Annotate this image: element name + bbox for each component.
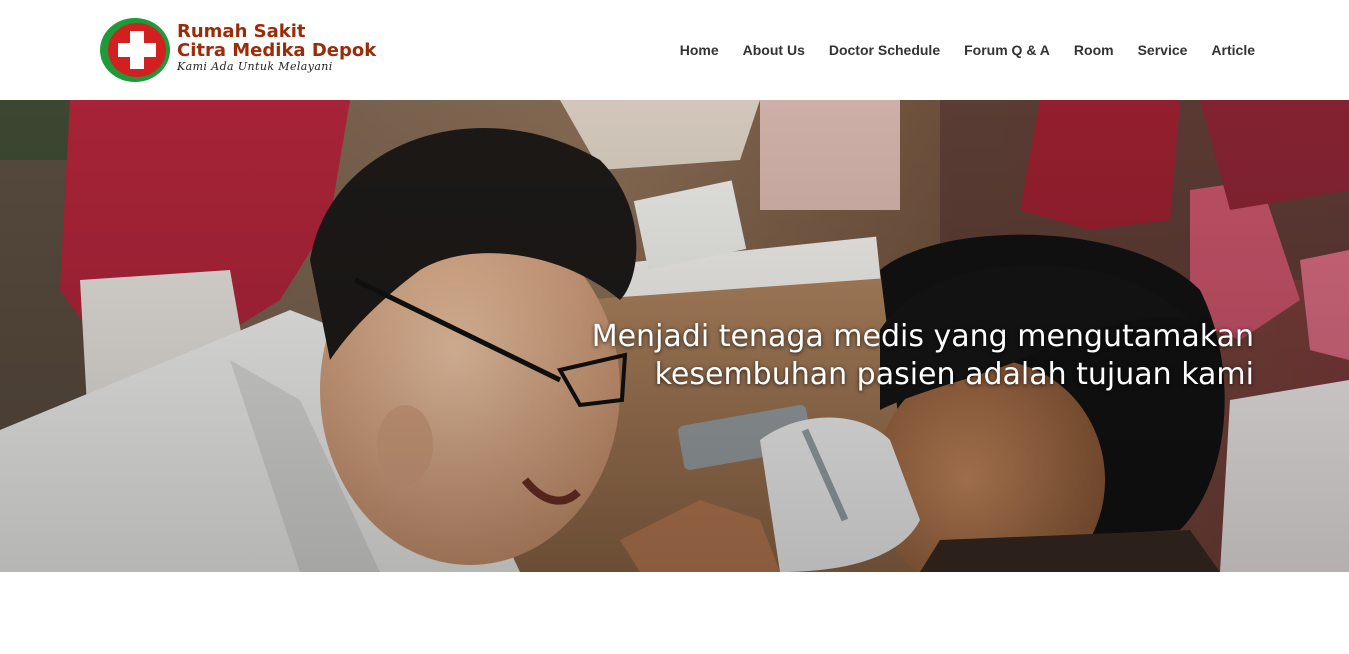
logo-text: Rumah Sakit Citra Medika Depok Kami Ada … <box>177 22 397 74</box>
main-nav: Home About Us Doctor Schedule Forum Q & … <box>656 40 1255 60</box>
hospital-cross-icon <box>100 18 170 82</box>
hero-caption: Menjadi tenaga medis yang mengutamakan k… <box>534 318 1254 394</box>
hero-caption-line2: kesembuhan pasien adalah tujuan kami <box>654 357 1254 392</box>
logo-name-line1: Rumah Sakit <box>177 21 306 42</box>
logo-tagline: Kami Ada Untuk Melayani <box>177 60 333 73</box>
logo-name-line2: Citra Medika Depok <box>177 40 377 61</box>
site-logo[interactable]: Rumah Sakit Citra Medika Depok Kami Ada … <box>99 17 389 85</box>
hero-banner: Menjadi tenaga medis yang mengutamakan k… <box>0 100 1349 572</box>
nav-item-about-us[interactable]: About Us <box>743 40 805 60</box>
nav-item-room[interactable]: Room <box>1074 40 1114 60</box>
nav-item-forum-qa[interactable]: Forum Q & A <box>964 40 1050 60</box>
nav-item-doctor-schedule[interactable]: Doctor Schedule <box>829 40 940 60</box>
hero-caption-line1: Menjadi tenaga medis yang mengutamakan <box>591 319 1254 354</box>
nav-item-home[interactable]: Home <box>680 40 719 60</box>
site-header: Rumah Sakit Citra Medika Depok Kami Ada … <box>0 0 1349 100</box>
nav-item-article[interactable]: Article <box>1211 40 1255 60</box>
nav-item-service[interactable]: Service <box>1138 40 1188 60</box>
